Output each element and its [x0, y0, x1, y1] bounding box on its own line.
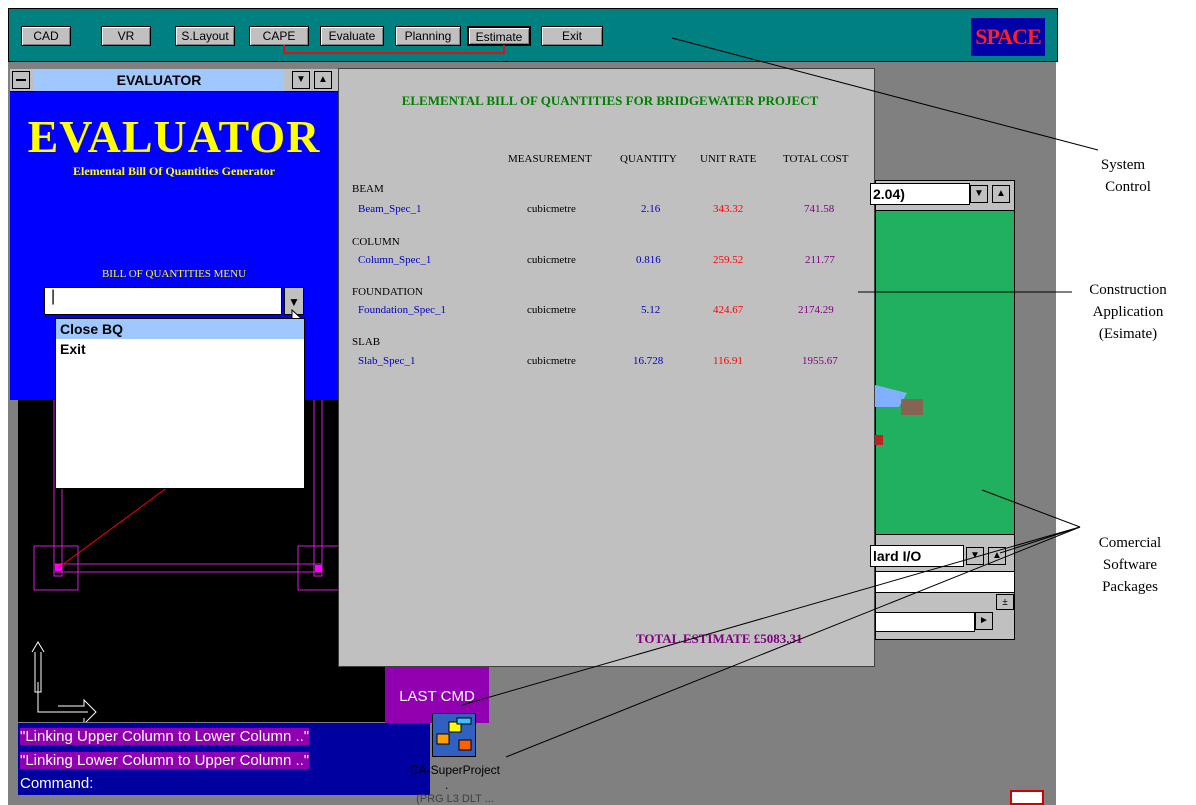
annotation-commercial-software: Comercial Software Packages	[1098, 535, 1162, 595]
annotation-construction-app: Construction Application (Esimate)	[1089, 282, 1167, 342]
annotation-system-control: System Control	[1100, 157, 1151, 195]
annotation-lines	[461, 37, 1099, 758]
